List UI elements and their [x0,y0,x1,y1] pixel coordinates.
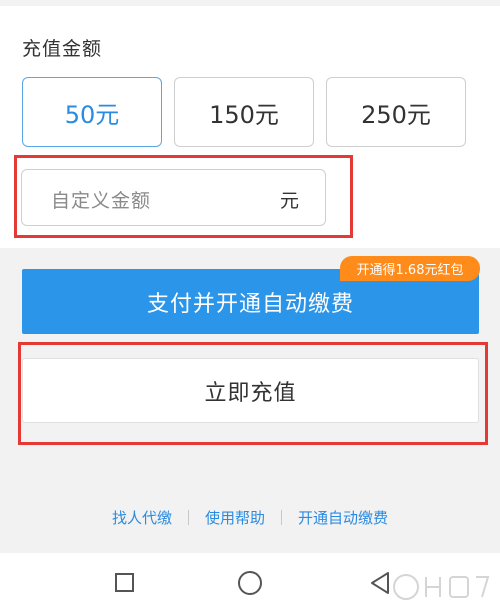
link-divider [187,509,189,525]
watermark-logo-icon [393,574,490,600]
link-divider [281,509,282,525]
recent-apps-icon[interactable] [115,573,134,592]
section-title: 充值金额 [22,38,103,60]
amount-option-50[interactable]: 50元 [22,77,162,147]
link-pay-for-others[interactable]: 找人代缴 [112,507,172,528]
link-enable-autopay[interactable]: 开通自动缴费 [298,507,388,528]
highlight-box-custom-amount [14,155,353,238]
home-icon[interactable] [238,571,262,595]
footer-links: 找人代缴 使用帮助 开通自动缴费 [0,505,500,529]
link-help[interactable]: 使用帮助 [205,507,265,528]
amount-option-150[interactable]: 150元 [174,77,314,147]
promo-badge: 开通得1.68元红包 [340,256,480,281]
highlight-box-recharge-now [18,342,488,445]
amount-option-250[interactable]: 250元 [326,77,466,147]
